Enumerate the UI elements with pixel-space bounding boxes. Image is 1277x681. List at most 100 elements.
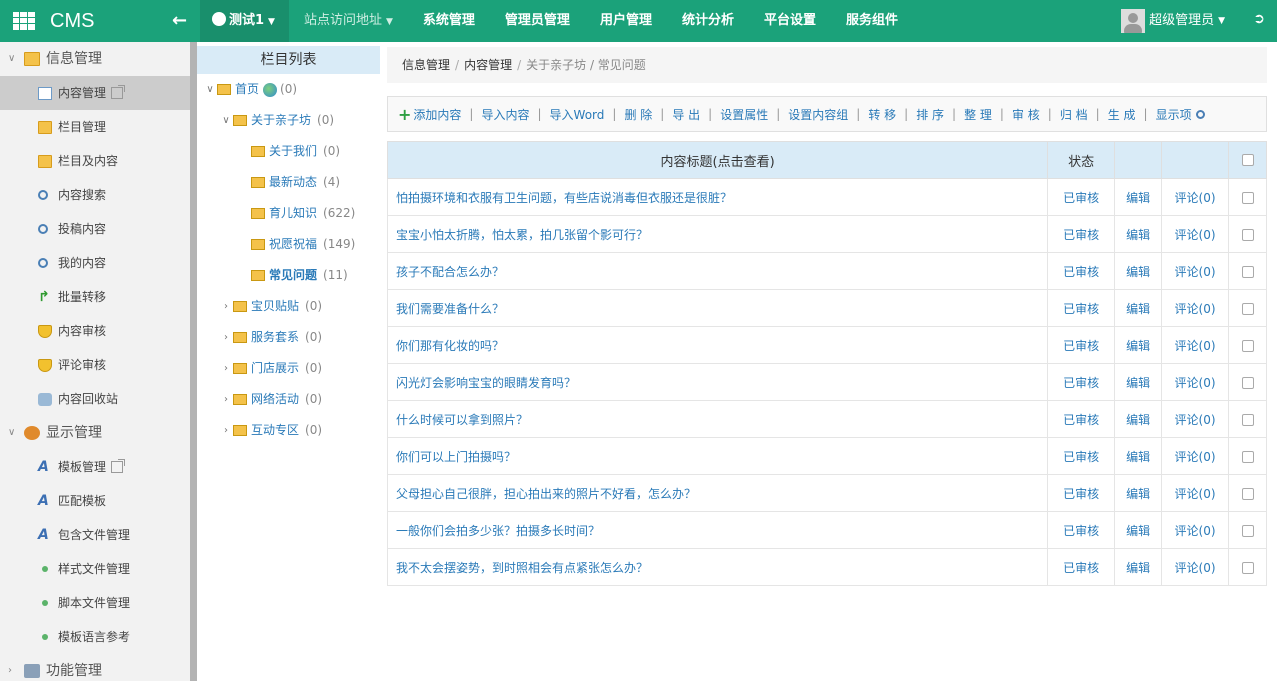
tree-node-wishes[interactable]: 祝愿祝福 (149) xyxy=(197,229,380,260)
row-status-link[interactable]: 已审核 xyxy=(1047,178,1116,216)
sidebar-item-content-review[interactable]: 内容审核 xyxy=(0,314,190,348)
row-title-link[interactable]: 一般你们会拍多少张？拍摄多长时间？ xyxy=(386,511,1049,549)
import-word-button[interactable]: 导入Word xyxy=(550,106,605,123)
row-edit-link[interactable]: 编辑 xyxy=(1114,326,1163,364)
sidebar-item-columns-content[interactable]: 栏目及内容 xyxy=(0,144,190,178)
external-link-icon[interactable] xyxy=(111,459,126,473)
row-comment-link[interactable]: 评论(0) xyxy=(1161,548,1230,586)
row-title-link[interactable]: 我不太会摆姿势，到时照相会有点紧张怎么办？ xyxy=(386,548,1049,586)
tree-node-root[interactable]: ∨ 首页 (0) xyxy=(197,74,380,105)
sidebar-item-include-files[interactable]: A 包含文件管理 xyxy=(0,518,190,552)
chevron-right-icon[interactable]: › xyxy=(219,322,233,353)
row-comment-link[interactable]: 评论(0) xyxy=(1161,326,1230,364)
set-attributes-button[interactable]: 设置属性 xyxy=(720,106,768,123)
delete-button[interactable]: 删 除 xyxy=(624,106,652,123)
row-comment-link[interactable]: 评论(0) xyxy=(1161,363,1230,401)
row-title-link[interactable]: 什么时候可以拿到照片？ xyxy=(386,400,1049,438)
select-all-checkbox[interactable] xyxy=(1241,154,1254,166)
sidebar-item-template-lang[interactable]: 模板语言参考 xyxy=(0,620,190,654)
import-content-button[interactable]: 导入内容 xyxy=(481,106,529,123)
sidebar-item-templates[interactable]: A 模板管理 xyxy=(0,450,190,484)
row-edit-link[interactable]: 编辑 xyxy=(1114,289,1163,327)
logout-icon[interactable]: ➲ xyxy=(1253,11,1265,27)
row-status-link[interactable]: 已审核 xyxy=(1047,511,1116,549)
nav-platform[interactable]: 平台设置 xyxy=(749,0,831,42)
external-link-icon[interactable] xyxy=(111,85,126,99)
row-status-link[interactable]: 已审核 xyxy=(1047,252,1116,290)
row-edit-link[interactable]: 编辑 xyxy=(1114,363,1163,401)
chevron-right-icon[interactable]: › xyxy=(219,291,233,322)
row-title-link[interactable]: 孩子不配合怎么办？ xyxy=(386,252,1049,290)
nav-site-url[interactable]: 站点访问地址 ▼ xyxy=(289,0,408,42)
sidebar-group-info[interactable]: ∨ 信息管理 xyxy=(0,42,190,76)
sidebar-group-display[interactable]: ∨ 显示管理 xyxy=(0,416,190,450)
row-title-link[interactable]: 闪光灯会影响宝宝的眼睛发育吗？ xyxy=(386,363,1049,401)
row-checkbox[interactable] xyxy=(1241,487,1254,500)
row-title-link[interactable]: 我们需要准备什么？ xyxy=(386,289,1049,327)
row-status-link[interactable]: 已审核 xyxy=(1047,548,1116,586)
row-edit-link[interactable]: 编辑 xyxy=(1114,252,1163,290)
row-edit-link[interactable]: 编辑 xyxy=(1114,511,1163,549)
row-title-link[interactable]: 父母担心自己很胖，担心拍出来的照片不好看，怎么办？ xyxy=(386,474,1049,512)
row-checkbox[interactable] xyxy=(1241,524,1254,537)
tree-node-baby[interactable]: › 宝贝贴贴 (0) xyxy=(197,291,380,322)
review-button[interactable]: 审 核 xyxy=(1012,106,1040,123)
row-edit-link[interactable]: 编辑 xyxy=(1114,474,1163,512)
row-status-link[interactable]: 已审核 xyxy=(1047,289,1116,327)
display-items-button[interactable]: 显示项 xyxy=(1156,106,1205,123)
row-edit-link[interactable]: 编辑 xyxy=(1114,437,1163,475)
nav-services[interactable]: 服务组件 xyxy=(831,0,913,42)
export-button[interactable]: 导 出 xyxy=(672,106,700,123)
row-status-link[interactable]: 已审核 xyxy=(1047,215,1116,253)
breadcrumb-item[interactable]: 信息管理 xyxy=(402,58,450,72)
row-status-link[interactable]: 已审核 xyxy=(1047,326,1116,364)
row-edit-link[interactable]: 编辑 xyxy=(1114,548,1163,586)
organize-button[interactable]: 整 理 xyxy=(964,106,992,123)
row-status-link[interactable]: 已审核 xyxy=(1047,363,1116,401)
row-title-link[interactable]: 你们那有化妆的吗？ xyxy=(386,326,1049,364)
row-status-link[interactable]: 已审核 xyxy=(1047,474,1116,512)
sidebar-item-comment-review[interactable]: 评论审核 xyxy=(0,348,190,382)
archive-button[interactable]: 归 档 xyxy=(1060,106,1088,123)
row-comment-link[interactable]: 评论(0) xyxy=(1161,511,1230,549)
tree-node-stores[interactable]: › 门店展示 (0) xyxy=(197,353,380,384)
sidebar-item-script-files[interactable]: 脚本文件管理 xyxy=(0,586,190,620)
sidebar-item-recycle[interactable]: 内容回收站 xyxy=(0,382,190,416)
chevron-right-icon[interactable]: › xyxy=(219,415,233,446)
row-checkbox[interactable] xyxy=(1241,561,1254,574)
sidebar-scrollbar[interactable] xyxy=(190,42,197,681)
tree-node-faq[interactable]: 常见问题 (11) xyxy=(197,260,380,291)
row-comment-link[interactable]: 评论(0) xyxy=(1161,474,1230,512)
chevron-right-icon[interactable]: › xyxy=(219,384,233,415)
row-edit-link[interactable]: 编辑 xyxy=(1114,215,1163,253)
sidebar-item-submissions[interactable]: 投稿内容 xyxy=(0,212,190,246)
column-header-title[interactable]: 内容标题(点击查看) xyxy=(386,141,1049,179)
chevron-down-icon[interactable]: ∨ xyxy=(203,74,217,105)
row-comment-link[interactable]: 评论(0) xyxy=(1161,178,1230,216)
row-checkbox[interactable] xyxy=(1241,228,1254,241)
arrow-left-icon[interactable]: ← xyxy=(172,10,187,31)
tree-node-events[interactable]: › 网络活动 (0) xyxy=(197,384,380,415)
row-checkbox[interactable] xyxy=(1241,450,1254,463)
sidebar-item-content[interactable]: 内容管理 xyxy=(0,76,190,110)
tree-node-parenting[interactable]: 育儿知识 (622) xyxy=(197,198,380,229)
row-status-link[interactable]: 已审核 xyxy=(1047,400,1116,438)
row-checkbox[interactable] xyxy=(1241,191,1254,204)
nav-stats[interactable]: 统计分析 xyxy=(667,0,749,42)
generate-button[interactable]: 生 成 xyxy=(1108,106,1136,123)
chevron-right-icon[interactable]: › xyxy=(219,353,233,384)
chevron-down-icon[interactable]: ∨ xyxy=(219,105,233,136)
tree-node-services[interactable]: › 服务套系 (0) xyxy=(197,322,380,353)
row-comment-link[interactable]: 评论(0) xyxy=(1161,252,1230,290)
tree-node-about-us[interactable]: 关于我们 (0) xyxy=(197,136,380,167)
add-content-button[interactable]: + 添加内容 xyxy=(398,105,461,124)
site-selector[interactable]: 测试1 ▼ xyxy=(200,0,289,42)
set-content-group-button[interactable]: 设置内容组 xyxy=(788,106,848,123)
row-title-link[interactable]: 你们可以上门拍摄吗？ xyxy=(386,437,1049,475)
row-checkbox[interactable] xyxy=(1241,302,1254,315)
sidebar-item-columns[interactable]: 栏目管理 xyxy=(0,110,190,144)
row-edit-link[interactable]: 编辑 xyxy=(1114,400,1163,438)
row-comment-link[interactable]: 评论(0) xyxy=(1161,215,1230,253)
nav-admin[interactable]: 管理员管理 xyxy=(490,0,585,42)
sidebar-item-match-templates[interactable]: A 匹配模板 xyxy=(0,484,190,518)
